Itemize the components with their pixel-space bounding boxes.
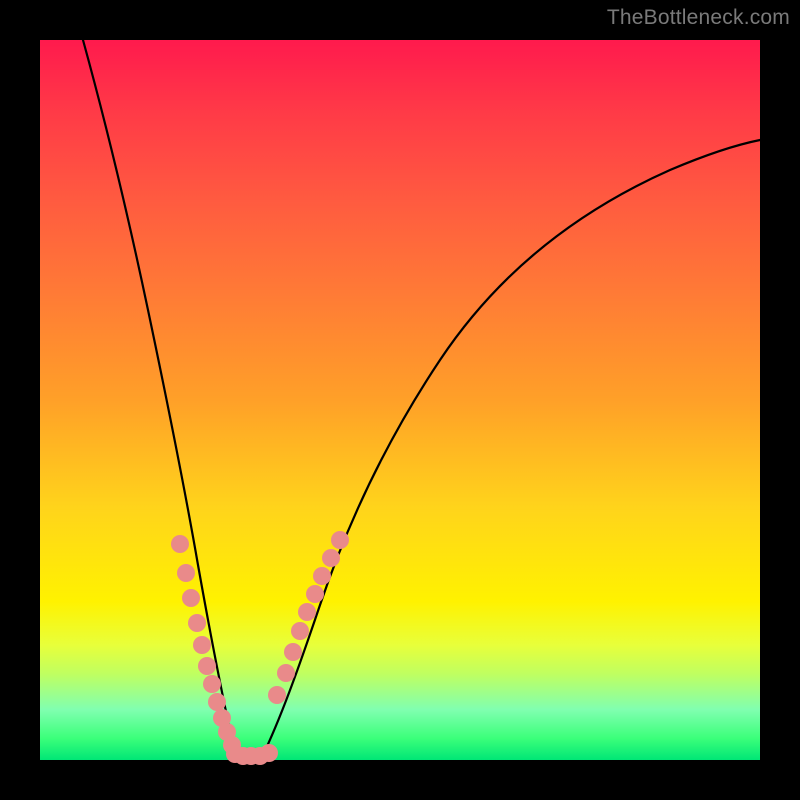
watermark-text: TheBottleneck.com [607,6,790,30]
beads-bottom [226,744,278,765]
left-branch-line [83,40,236,758]
beads-right [268,531,349,704]
beads-left [171,535,241,754]
right-branch-line [262,140,760,757]
bottleneck-curve-chart [40,40,760,760]
